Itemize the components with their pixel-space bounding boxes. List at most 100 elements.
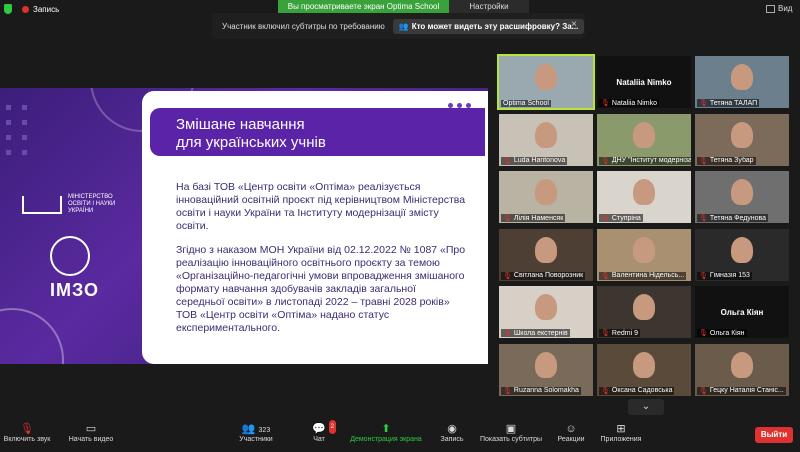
participants-count: 323 bbox=[258, 427, 271, 434]
share-screen-button[interactable]: ⬆ Демонстрация экрана bbox=[346, 422, 426, 443]
leave-button[interactable]: Выйти bbox=[755, 427, 793, 443]
mon-emblem-icon bbox=[22, 195, 62, 214]
apps-icon: ⊞ bbox=[616, 423, 626, 435]
mic-off-icon: 🎙 bbox=[601, 272, 610, 280]
participant-face bbox=[535, 351, 557, 378]
start-video-label: Начать видео bbox=[68, 436, 114, 443]
participant-name: Nataliia Nimko bbox=[611, 99, 658, 107]
participant-tile[interactable]: 🎙 Тетяна Федунова bbox=[695, 171, 789, 223]
recording-indicator[interactable]: Запись bbox=[4, 4, 59, 14]
participant-name-label: 🎙 Тетяна Зубар bbox=[697, 156, 756, 165]
chevron-down-icon[interactable]: ⌄ bbox=[628, 399, 664, 415]
participant-name-label: 🎙 Ольга Кіян bbox=[697, 329, 747, 337]
slide-paragraph: Згідно з наказом МОН України від 02.12.2… bbox=[176, 244, 466, 334]
participant-name: Optima School bbox=[503, 100, 549, 107]
mic-off-icon: 🎙 bbox=[699, 215, 708, 222]
participant-face bbox=[731, 351, 753, 378]
participant-tile[interactable]: 🎙 Redmi 9 bbox=[597, 286, 691, 338]
participant-name-label: 🎙 Ruzanna Solomakha bbox=[501, 386, 581, 395]
meeting-toolbar: 🎙 Включить звук ▭ Начать видео 👥 323 Уча… bbox=[0, 418, 800, 452]
mic-off-icon: 🎙 bbox=[601, 215, 610, 222]
chat-label: Чат bbox=[313, 436, 325, 443]
participant-name: Лілія Наменсяк bbox=[513, 214, 564, 222]
participant-name-label: 🎙 Тетяна Федунова bbox=[697, 214, 769, 222]
view-button[interactable]: Вид bbox=[766, 4, 792, 13]
participant-face bbox=[633, 179, 655, 205]
record-button[interactable]: ◉ Запись bbox=[436, 422, 468, 443]
record-icon: ◉ bbox=[447, 423, 457, 435]
mic-off-icon: 🎙 bbox=[699, 330, 708, 337]
globe-icon bbox=[50, 236, 90, 276]
participant-name-label: 🎙 Redmi 9 bbox=[599, 329, 640, 337]
participant-tile[interactable]: 🎙 Ruzanna Solomakha bbox=[499, 343, 593, 396]
participant-name-label: 🎙 Світлана Поворозник bbox=[501, 271, 586, 280]
chat-button[interactable]: 💬 2 Чат bbox=[306, 420, 336, 443]
slide-title-line: Змішане навчання bbox=[176, 116, 305, 133]
mic-off-icon: 🎙 bbox=[601, 100, 610, 107]
mic-off-icon: 🎙 bbox=[601, 387, 610, 395]
participants-button[interactable]: 👥 323 Участники bbox=[236, 422, 276, 443]
participant-name: Гецку Наталія Станіс... bbox=[709, 387, 784, 394]
mic-off-icon: 🎙 bbox=[601, 157, 610, 165]
participant-tile[interactable]: Optima School bbox=[497, 54, 595, 110]
participant-tile[interactable]: 🎙 Ступріна bbox=[597, 171, 691, 223]
viewing-screen-banner: Вы просматриваете экран Optima School bbox=[278, 0, 449, 13]
participant-tile[interactable]: 🎙 Тетяна Зубар bbox=[695, 113, 789, 166]
participant-tile[interactable]: 🎙 Luda Haritonova bbox=[499, 113, 593, 166]
start-video-button[interactable]: ▭ Начать видео bbox=[66, 422, 116, 443]
decor-dots bbox=[448, 103, 471, 108]
mic-off-icon: 🎙 bbox=[503, 387, 512, 395]
participant-name: Ruzanna Solomakha bbox=[513, 387, 579, 394]
share-screen-label: Демонстрация экрана bbox=[350, 436, 422, 443]
participant-tile[interactable]: Nataliia Nimko 🎙 Nataliia Nimko bbox=[597, 56, 691, 108]
participant-name: Тетяна Федунова bbox=[709, 214, 767, 222]
participant-tile[interactable]: 🎙 Школа екстернів bbox=[499, 286, 593, 338]
captions-button[interactable]: ▣ Показать субтитры bbox=[478, 422, 544, 443]
participant-name-label: 🎙 Nataliia Nimko bbox=[599, 99, 660, 107]
reactions-button[interactable]: ☺ Реакции bbox=[554, 422, 588, 443]
participant-tile[interactable]: 🎙 Валентина Нідельсь... bbox=[597, 228, 691, 281]
apps-label: Приложения bbox=[600, 436, 642, 443]
close-icon[interactable]: × bbox=[571, 19, 577, 30]
mic-off-icon: 🎙 bbox=[699, 100, 708, 107]
view-label: Вид bbox=[778, 4, 793, 13]
participant-tile[interactable]: 🎙 Світлана Поворозник bbox=[499, 228, 593, 281]
shared-screen-slide: МІНІСТЕРСТВО ОСВІТИ І НАУКИ УКРАЇНИ ІМЗО… bbox=[0, 88, 488, 364]
record-label: Запись bbox=[33, 4, 60, 14]
participant-name: ДНУ "Інститут модерніза... bbox=[611, 157, 691, 164]
decor-dots bbox=[6, 105, 28, 155]
mon-text: МІНІСТЕРСТВО ОСВІТИ І НАУКИ УКРАЇНИ bbox=[68, 194, 116, 214]
participant-tile[interactable]: 🎙 Гімназія 153 bbox=[695, 228, 789, 281]
participant-name: Тетяна ТАЛАП bbox=[709, 99, 758, 107]
participant-tile[interactable]: 🎙 Гецку Наталія Станіс... bbox=[695, 343, 789, 396]
participant-tile[interactable]: 🎙 ДНУ "Інститут модерніза... bbox=[597, 113, 691, 166]
participant-tile[interactable]: 🎙 Оксана Садовська bbox=[597, 343, 691, 396]
participant-face bbox=[535, 179, 557, 205]
mic-off-icon: 🎙 bbox=[699, 272, 708, 280]
slide-paragraph: На базі ТОВ «Центр освіти «Оптіма» реалі… bbox=[176, 181, 466, 232]
participant-face bbox=[731, 236, 753, 263]
slide-title: Змішане навчання для українських учнів bbox=[176, 116, 326, 152]
participant-name-label: 🎙 Лілія Наменсяк bbox=[501, 214, 566, 222]
participant-big-name: Nataliia Nimko bbox=[616, 78, 672, 87]
participant-name-label: 🎙 Валентина Нідельсь... bbox=[599, 271, 687, 280]
view-options-button[interactable]: Настройки просмотра bbox=[449, 0, 529, 24]
participant-tile[interactable]: Ольга Кіян 🎙 Ольга Кіян bbox=[695, 286, 789, 338]
participant-face bbox=[535, 294, 557, 320]
mic-off-icon: 🎙 bbox=[699, 157, 708, 165]
participant-tile[interactable]: 🎙 Тетяна ТАЛАП bbox=[695, 56, 789, 108]
video-off-icon: ▭ bbox=[85, 423, 97, 435]
reactions-label: Реакции bbox=[557, 436, 585, 443]
decor-arc bbox=[0, 308, 64, 364]
participant-name: Світлана Поворозник bbox=[513, 272, 584, 279]
participant-name-label: 🎙 Luda Haritonova bbox=[501, 156, 568, 165]
apps-button[interactable]: ⊞ Приложения bbox=[598, 422, 644, 443]
caption-info-link[interactable]: 👥 Кто может видеть эту расшифровку? За..… bbox=[392, 18, 585, 34]
unmute-button[interactable]: 🎙 Включить звук bbox=[2, 422, 52, 443]
participant-tile[interactable]: 🎙 Лілія Наменсяк bbox=[499, 171, 593, 223]
captions-label: Показать субтитры bbox=[479, 436, 543, 443]
record-dot-icon bbox=[22, 5, 29, 13]
mic-off-icon: 🎙 bbox=[20, 423, 34, 435]
mic-off-icon: 🎙 bbox=[503, 157, 512, 165]
share-screen-icon: ⬆ bbox=[381, 423, 391, 435]
